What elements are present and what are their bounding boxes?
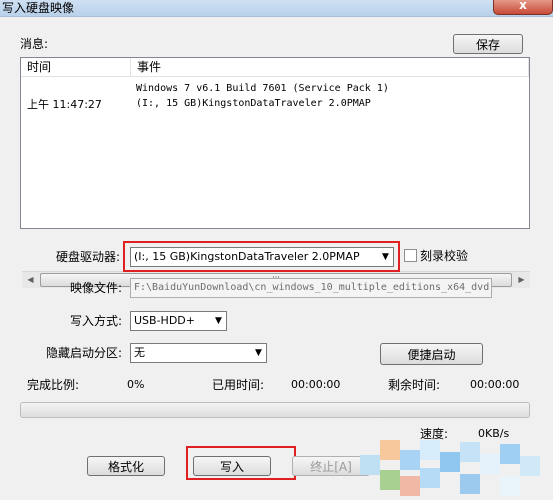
chevron-down-icon: ▼ [215, 316, 222, 326]
image-file-label: 映像文件: [70, 281, 123, 295]
write-button[interactable]: 写入 [193, 456, 271, 476]
close-icon: x [519, 0, 527, 12]
format-button[interactable]: 格式化 [87, 456, 165, 476]
write-mode-value: USB-HDD+ [134, 314, 195, 327]
column-header-time[interactable]: 时间 [21, 58, 131, 77]
chevron-down-icon: ▼ [382, 252, 389, 262]
log-row-time: 上午 11:47:27 [27, 98, 102, 111]
drive-label: 硬盘驱动器: [56, 250, 121, 264]
save-button[interactable]: 保存 [453, 34, 523, 54]
hidden-partition-select[interactable]: 无 ▼ [130, 343, 267, 363]
remaining-value: 00:00:00 [470, 378, 520, 391]
scroll-right-icon[interactable]: ▶ [513, 272, 530, 288]
write-mode-label: 写入方式: [70, 314, 123, 328]
pixelated-overlay [360, 440, 553, 500]
close-button[interactable]: x [493, 0, 553, 15]
progress-value: 0% [127, 378, 145, 391]
log-row-event: (I:, 15 GB)KingstonDataTraveler 2.0PMAP [136, 98, 371, 109]
verify-label: 刻录校验 [420, 249, 469, 263]
image-file-field[interactable]: F:\BaiduYunDownload\cn_windows_10_multip… [130, 278, 492, 298]
scroll-left-icon[interactable]: ◀ [22, 272, 39, 288]
drive-select-value: (I:, 15 GB)KingstonDataTraveler 2.0PMAP [134, 250, 360, 263]
remaining-label: 剩余时间: [388, 378, 441, 392]
elapsed-value: 00:00:00 [291, 378, 341, 391]
log-row-event: Windows 7 v6.1 Build 7601 (Service Pack … [136, 83, 389, 94]
progress-bar [20, 402, 530, 418]
progress-label: 完成比例: [27, 378, 80, 392]
column-header-event[interactable]: 事件 [131, 58, 529, 77]
drive-select[interactable]: (I:, 15 GB)KingstonDataTraveler 2.0PMAP … [130, 247, 394, 267]
hidden-partition-label: 隐藏启动分区: [46, 346, 123, 360]
hidden-partition-value: 无 [134, 346, 145, 359]
write-mode-select[interactable]: USB-HDD+ ▼ [130, 311, 227, 331]
abort-button[interactable]: 终止[A] [292, 456, 370, 476]
quick-boot-button[interactable]: 便捷启动 [380, 343, 483, 365]
chevron-down-icon: ▼ [255, 348, 262, 358]
elapsed-label: 已用时间: [212, 378, 265, 392]
title-bar: 写入硬盘映像 x [0, 0, 553, 17]
verify-checkbox[interactable] [404, 249, 417, 262]
window-title: 写入硬盘映像 [2, 1, 75, 15]
log-list[interactable]: 时间 事件 Windows 7 v6.1 Build 7601 (Service… [20, 57, 530, 288]
messages-label: 消息: [20, 37, 49, 51]
